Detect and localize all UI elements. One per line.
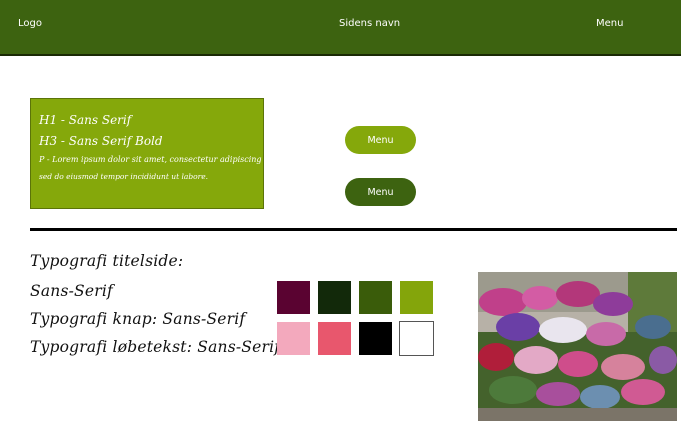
color-swatch-olive-green xyxy=(359,281,392,314)
typography-body-label: Typografi løbetekst: Sans-Serif xyxy=(30,338,281,356)
typography-title-label: Typografi titelside: xyxy=(30,252,184,270)
typography-sample-box: H1 - Sans Serif H3 - Sans Serif Bold P -… xyxy=(30,98,280,209)
color-swatch-white xyxy=(399,321,434,356)
h1-sample: H1 - Sans Serif xyxy=(39,113,132,127)
logo[interactable]: Logo xyxy=(18,18,42,29)
menu-link[interactable]: Menu xyxy=(596,18,623,29)
header-bar: Logo Sidens navn Menu xyxy=(0,0,681,56)
paragraph-sample-line-2: sed do eiusmod tempor incididunt ut labo… xyxy=(39,172,209,181)
color-swatch-plum xyxy=(277,281,310,314)
site-name[interactable]: Sidens navn xyxy=(339,18,400,29)
flower-photo-image xyxy=(478,272,677,421)
menu-button-dark[interactable]: Menu xyxy=(345,178,416,206)
flower-market-photo xyxy=(478,272,677,421)
color-swatch-light-pink xyxy=(277,322,310,355)
typography-title-value: Sans-Serif xyxy=(30,282,113,300)
color-swatch-lime-green xyxy=(400,281,433,314)
h3-sample: H3 - Sans Serif Bold xyxy=(39,134,163,148)
typography-button-label: Typografi knap: Sans-Serif xyxy=(30,310,246,328)
menu-button-light[interactable]: Menu xyxy=(345,126,416,154)
section-divider xyxy=(30,228,677,231)
color-swatch-black xyxy=(359,322,392,355)
color-swatch-rose xyxy=(318,322,351,355)
paragraph-sample-line-1: P - Lorem ipsum dolor sit amet, consecte… xyxy=(39,155,280,164)
color-swatch-dark-green xyxy=(318,281,351,314)
